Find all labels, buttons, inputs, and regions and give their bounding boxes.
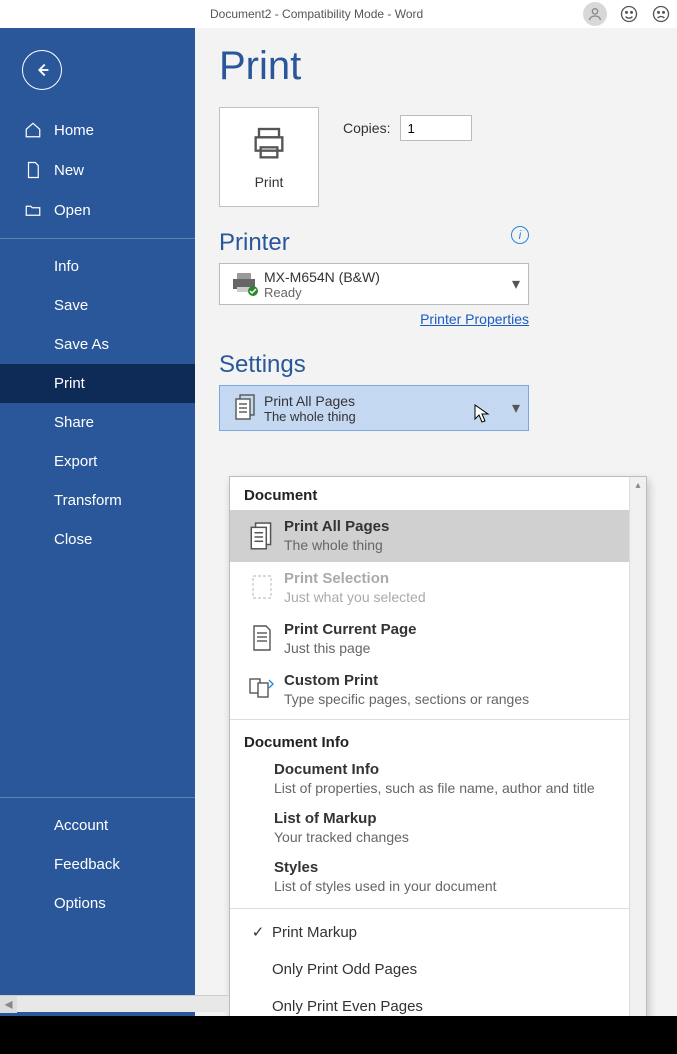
nav-open[interactable]: Open [0, 190, 195, 230]
document-icon [24, 161, 44, 179]
dropdown-group-document-info: Document Info [230, 724, 646, 757]
printer-status: Ready [264, 285, 512, 300]
dropdown-group-document: Document [230, 477, 646, 510]
dropdown-item-list-markup[interactable]: List of Markup Your tracked changes [230, 806, 646, 855]
print-range-selector[interactable]: Print All Pages The whole thing ▾ [219, 385, 529, 431]
dropdown-toggle-print-markup[interactable]: ✓ Print Markup [230, 913, 646, 951]
checkmark-icon: ✓ [244, 923, 272, 941]
nav-print[interactable]: Print [0, 364, 195, 403]
printer-device-icon [228, 271, 264, 297]
chevron-down-icon: ▾ [512, 274, 520, 294]
nav-close[interactable]: Close [0, 520, 195, 559]
selection-icon [240, 570, 284, 602]
document-title: Document2 - Compatibility Mode - Word [210, 7, 423, 21]
printer-section-title: Printer [219, 229, 290, 257]
nav-label: New [54, 162, 84, 179]
print-button[interactable]: Print [219, 107, 319, 207]
back-button[interactable] [22, 50, 62, 90]
printer-info-icon[interactable]: i [511, 226, 529, 244]
printer-icon [247, 124, 291, 164]
print-button-label: Print [255, 174, 284, 190]
dropdown-item-print-selection: Print Selection Just what you selected [230, 562, 646, 613]
nav-info[interactable]: Info [0, 247, 195, 286]
settings-section-title: Settings [219, 351, 653, 379]
nav-save-as[interactable]: Save As [0, 325, 195, 364]
account-avatar-icon[interactable] [583, 2, 607, 26]
backstage-sidebar: Home New Open Info Save Save As Print Sh… [0, 28, 195, 1054]
dropdown-item-document-info[interactable]: Document Info List of properties, such a… [230, 757, 646, 806]
printer-properties-link[interactable]: Printer Properties [420, 311, 529, 327]
dropdown-item-custom-print[interactable]: Custom Print Type specific pages, sectio… [230, 664, 646, 715]
bottom-bar [0, 1016, 677, 1054]
dropdown-item-styles[interactable]: Styles List of styles used in your docum… [230, 855, 646, 904]
dropdown-item-print-current[interactable]: Print Current Page Just this page [230, 613, 646, 664]
scroll-left-icon[interactable]: ◂ [0, 996, 17, 1013]
range-sub: The whole thing [264, 409, 512, 424]
smile-feedback-icon[interactable] [619, 4, 639, 24]
horizontal-scrollbar[interactable]: ◂ [0, 995, 228, 1012]
scroll-up-icon[interactable]: ▴ [630, 477, 646, 494]
custom-pages-icon [240, 672, 284, 704]
home-icon [24, 121, 44, 139]
nav-home[interactable]: Home [0, 110, 195, 150]
nav-transform[interactable]: Transform [0, 481, 195, 520]
nav-options[interactable]: Options [0, 884, 195, 923]
folder-open-icon [24, 201, 44, 219]
pages-icon [228, 393, 264, 423]
dropdown-item-print-all[interactable]: Print All Pages The whole thing [230, 510, 646, 562]
print-range-dropdown: Document Print All Pages The whole thing… [229, 476, 647, 1036]
pages-icon [240, 518, 284, 554]
nav-label: Home [54, 122, 94, 139]
nav-share[interactable]: Share [0, 403, 195, 442]
dropdown-toggle-odd-pages[interactable]: Only Print Odd Pages [230, 951, 646, 988]
nav-feedback[interactable]: Feedback [0, 845, 195, 884]
page-icon [240, 621, 284, 653]
copies-label: Copies: [343, 120, 390, 136]
nav-label: Open [54, 202, 91, 219]
range-title: Print All Pages [264, 393, 512, 409]
printer-name: MX-M654N (B&W) [264, 269, 512, 285]
page-title: Print [219, 44, 653, 89]
chevron-down-icon: ▾ [512, 398, 520, 418]
nav-account[interactable]: Account [0, 806, 195, 845]
copies-input[interactable] [400, 115, 472, 141]
nav-save[interactable]: Save [0, 286, 195, 325]
frown-feedback-icon[interactable] [651, 4, 671, 24]
printer-selector[interactable]: MX-M654N (B&W) Ready ▾ [219, 263, 529, 305]
dropdown-scrollbar[interactable]: ▴ ▾ [629, 477, 646, 1035]
nav-divider [0, 238, 195, 239]
title-bar: Document2 - Compatibility Mode - Word [0, 0, 677, 28]
nav-export[interactable]: Export [0, 442, 195, 481]
nav-new[interactable]: New [0, 150, 195, 190]
nav-divider [0, 797, 195, 798]
